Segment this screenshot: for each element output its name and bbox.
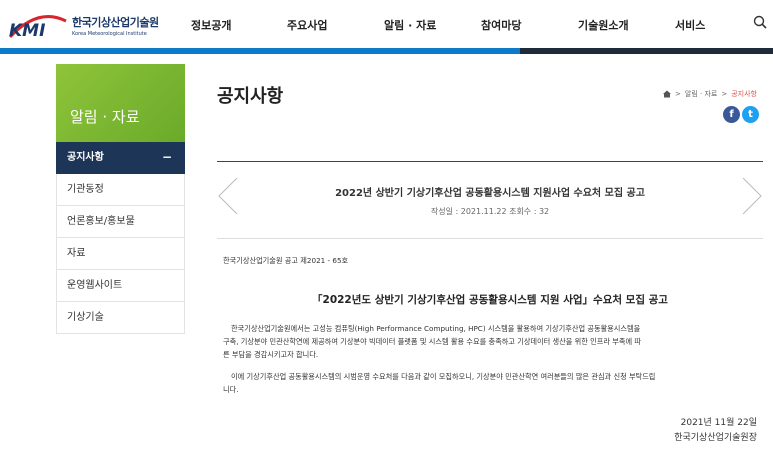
- minus-icon: −: [161, 150, 172, 164]
- search-icon[interactable]: [753, 15, 767, 29]
- breadcrumb-item-section[interactable]: 알림 · 자료: [685, 89, 717, 99]
- nav-item-main-business[interactable]: 주요사업: [287, 17, 327, 33]
- sidebar-item-label: 기상기술: [67, 312, 104, 323]
- sidebar-item-label: 운영웹사이트: [67, 280, 123, 291]
- paragraph-2-line-2: 니다.: [223, 385, 239, 394]
- nav-item-news-data[interactable]: 알림 · 자료: [384, 17, 436, 33]
- sidebar-item-label: 언론홍보/홍보물: [67, 216, 135, 227]
- chevron-right-icon: >: [675, 90, 681, 98]
- sidebar-item-label: 공지사항: [67, 152, 104, 163]
- sidebar: 알림 · 자료 공지사항 − 기관동정 언론홍보/홍보물 자료 운영웹사이트 기…: [56, 64, 185, 334]
- logo-mark-text: KMI: [9, 21, 45, 39]
- chevron-right-icon: >: [721, 90, 728, 98]
- post-meta: 작성일 : 2021.11.22 조회수 : 32: [430, 207, 550, 216]
- sidebar-item-label: 기관동정: [67, 184, 104, 195]
- sidebar-item-press[interactable]: 언론홍보/홍보물: [56, 206, 185, 238]
- notice-number: 한국기상산업기술원 공고 제2021 - 65호: [223, 256, 349, 265]
- post-header: 2022년 상반기 기상기후산업 공동활용시스템 지원사업 수요처 모집 공고 …: [217, 161, 763, 239]
- notice-date: 2021년 11월 22일: [680, 418, 757, 428]
- sidebar-item-notice[interactable]: 공지사항 −: [56, 142, 185, 174]
- kmi-logo-icon: KMI: [8, 15, 67, 39]
- breadcrumb: > 알림 · 자료 > 공지사항: [663, 89, 757, 99]
- header-color-bar: [0, 48, 773, 54]
- sns-share: f t: [723, 106, 759, 123]
- paragraph-1-line-3: 른 부담을 경감시키고자 합니다.: [223, 350, 319, 359]
- paragraph-1-line-2: 구축, 기상분야 민관산학연에 제공하여 기상분야 빅데이터 플랫폼 및 시스템…: [223, 337, 642, 346]
- site-logo[interactable]: KMI 한국기상산업기술원 Korea Meteorological Insti…: [8, 10, 159, 40]
- nav-item-service[interactable]: 서비스: [675, 17, 705, 33]
- twitter-icon[interactable]: t: [742, 106, 759, 123]
- site-header: KMI 한국기상산업기술원 Korea Meteorological Insti…: [0, 0, 773, 50]
- header-bar-blue: [0, 48, 520, 54]
- sidebar-item-weather-tech[interactable]: 기상기술: [56, 302, 185, 334]
- notice-headline: 「2022년도 상반기 기상기후산업 공동활용시스템 지원 사업」수요처 모집 …: [312, 294, 668, 306]
- paragraph-2-line-1: 이에 기상기후산업 공동활용시스템의 시범운영 수요처를 다음과 같이 모집하오…: [231, 372, 656, 381]
- post-title: 2022년 상반기 기상기후산업 공동활용시스템 지원사업 수요처 모집 공고: [335, 188, 645, 199]
- page-title: 공지사항: [217, 86, 284, 107]
- logo-korean-name: 한국기상산업기술원: [72, 15, 159, 29]
- sidebar-item-websites[interactable]: 운영웹사이트: [56, 270, 185, 302]
- home-icon[interactable]: [663, 90, 672, 98]
- notice-signature: 한국기상산업기술원장: [674, 433, 757, 443]
- nav-item-info-disclosure[interactable]: 정보공개: [191, 17, 231, 33]
- sidebar-title: 알림 · 자료: [70, 108, 140, 126]
- breadcrumb-item-current[interactable]: 공지사항: [731, 89, 757, 99]
- facebook-icon[interactable]: f: [723, 106, 740, 123]
- nav-item-participation[interactable]: 참여마당: [481, 17, 521, 33]
- sidebar-item-label: 자료: [67, 248, 86, 259]
- sidebar-item-agency-news[interactable]: 기관동정: [56, 174, 185, 206]
- header-bar-dark: [520, 48, 773, 54]
- nav-item-about[interactable]: 기술원소개: [578, 17, 629, 33]
- paragraph-1-line-1: 한국기상산업기술원에서는 고성능 컴퓨팅(High Performance Co…: [231, 324, 641, 333]
- sidebar-title-box: 알림 · 자료: [56, 64, 185, 142]
- logo-english-name: Korea Meteorological Institute: [72, 30, 147, 37]
- next-post-icon[interactable]: [739, 176, 763, 216]
- sidebar-item-data[interactable]: 자료: [56, 238, 185, 270]
